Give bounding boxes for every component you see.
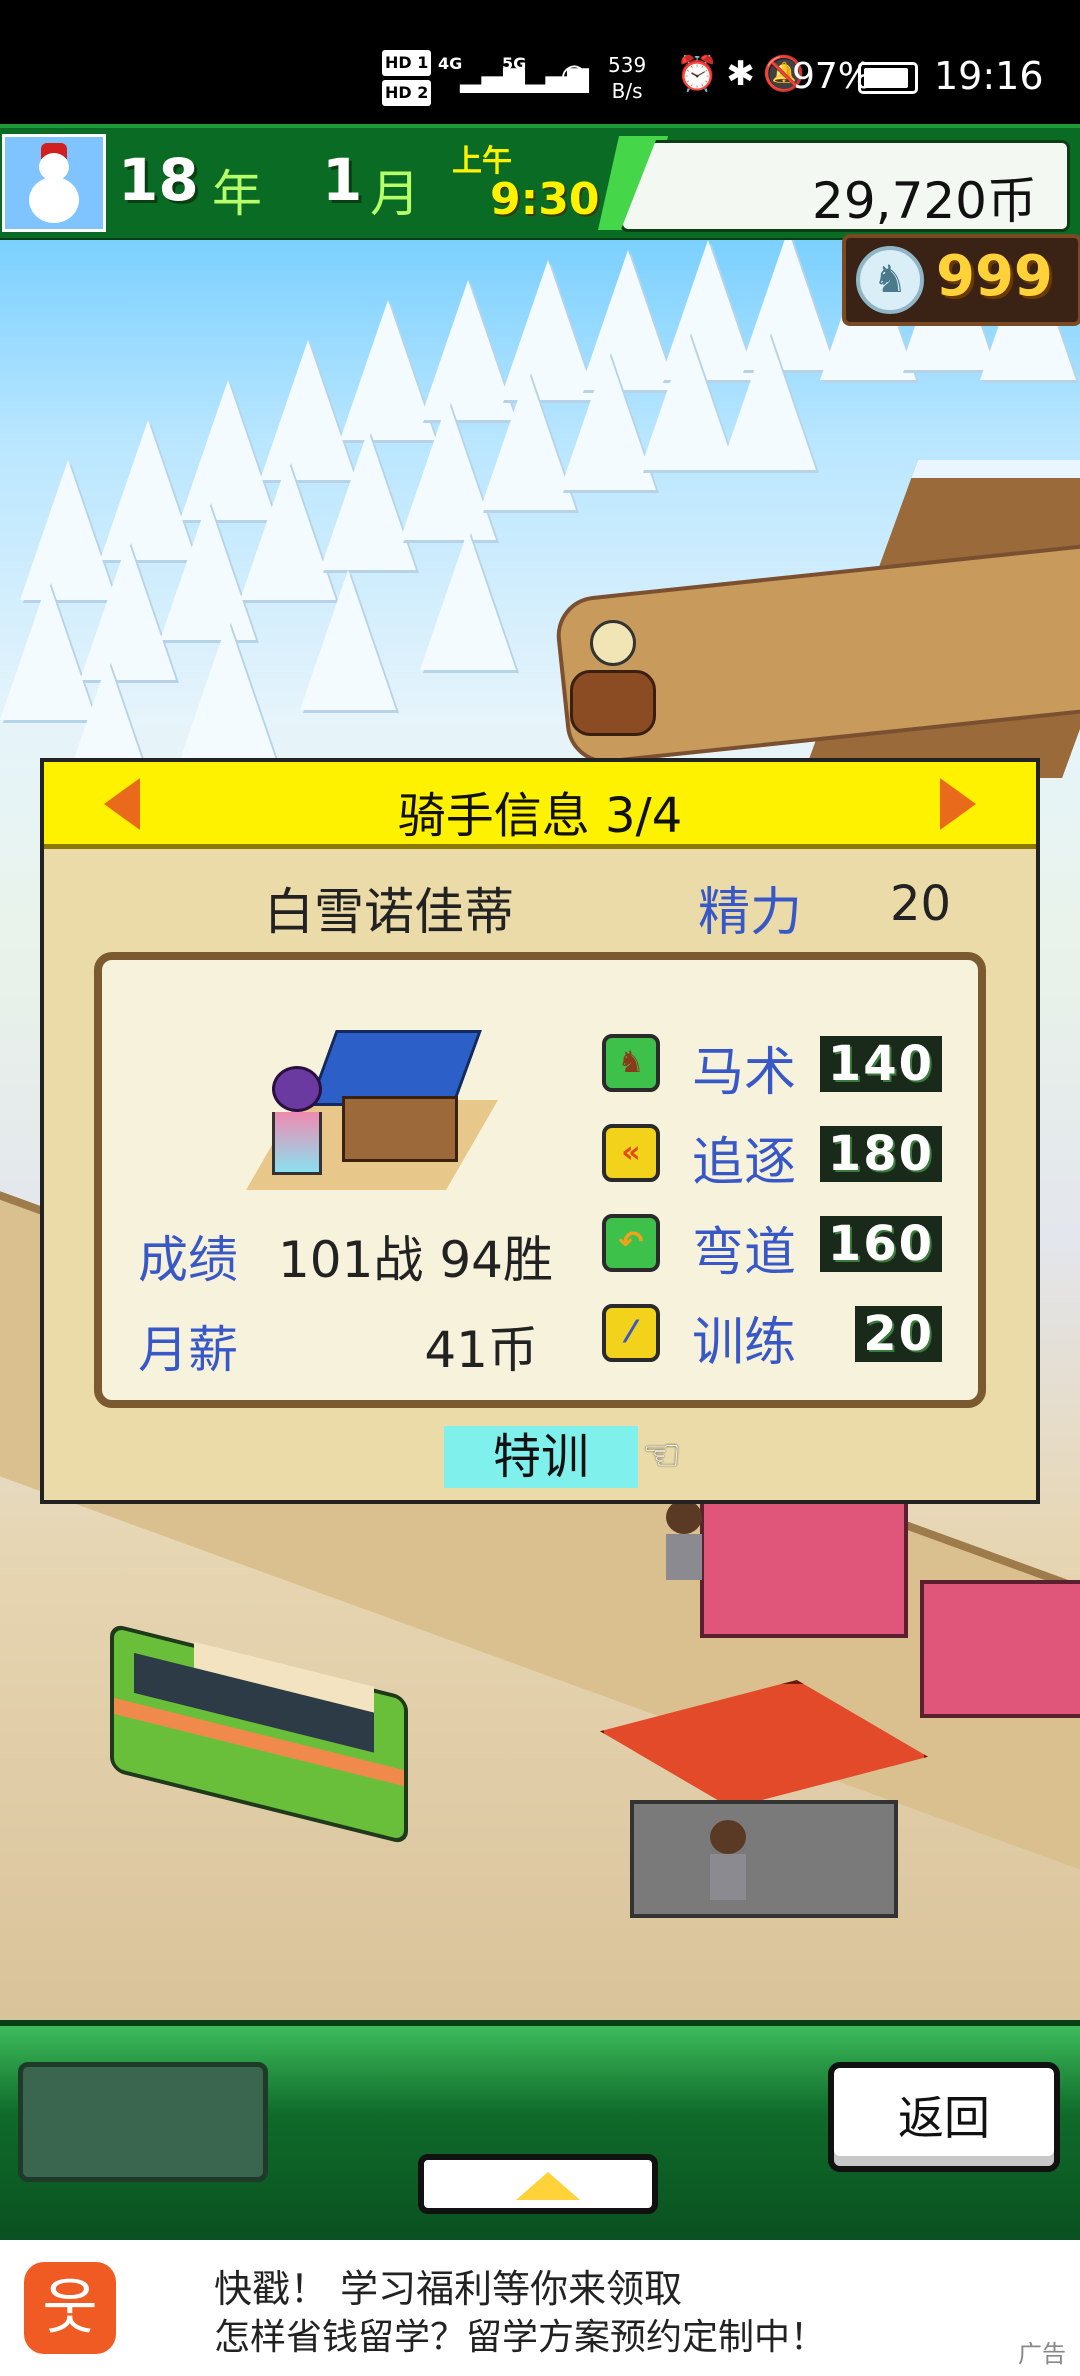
ad-tag: 广告 <box>1018 2340 1066 2368</box>
stat-row-chase: « 追逐 180 <box>602 1120 962 1200</box>
snow-tree <box>420 530 516 670</box>
station-base <box>630 1800 898 1918</box>
expand-menu-button[interactable] <box>418 2154 658 2214</box>
jockey-sprite <box>272 1066 322 1186</box>
signal-5g-label: 5G <box>502 54 527 73</box>
wifi-icon: ◠ <box>562 56 587 94</box>
stat-label: 弯道 <box>692 1223 797 1283</box>
ad-title: 快戳！ 学习福利等你来领取 <box>214 2267 683 2311</box>
energy-label: 精力 <box>698 883 803 943</box>
horse-medal-icon: ♞ <box>856 246 924 314</box>
money-amount: 29,720币 <box>812 172 1037 230</box>
snowman-body <box>29 177 79 223</box>
stat-row-horsemanship: ♞ 马术 140 <box>602 1030 962 1110</box>
stat-label: 训练 <box>692 1313 797 1373</box>
chevron-icon: « <box>602 1124 660 1182</box>
game-clock: 9:30 <box>490 174 600 225</box>
jockey-house-illustration <box>246 1030 498 1200</box>
year-unit: 年 <box>212 165 262 223</box>
up-triangle-icon <box>516 2172 580 2200</box>
speed-unit: B/s <box>611 79 643 103</box>
rider-head <box>590 620 636 666</box>
snow-tree <box>720 330 816 470</box>
ad-subtitle: 怎样省钱留学？留学方案预约定制中！ <box>214 2317 827 2358</box>
game-top-bar: 18 年 1 月 上午 9:30 29,720币 <box>0 124 1080 244</box>
house-roof <box>308 1030 482 1106</box>
money-panel: 29,720币 <box>620 140 1070 232</box>
record-label: 成绩 <box>138 1231 238 1289</box>
hd2-badge: HD 2 <box>382 80 432 106</box>
house-wall <box>342 1096 458 1162</box>
record-value: 101战 94胜 <box>278 1231 553 1289</box>
stable-building[interactable] <box>700 1500 908 1638</box>
empty-slot[interactable] <box>18 2062 268 2182</box>
hd1-badge: HD 1 <box>382 50 432 76</box>
network-speed: 539 B/s <box>608 52 646 104</box>
stat-label: 追逐 <box>692 1133 797 1193</box>
next-arrow-icon[interactable] <box>940 778 976 830</box>
visitor-sprite <box>666 1500 702 1580</box>
stat-label: 马术 <box>692 1043 797 1103</box>
snow-tree <box>300 570 396 710</box>
stat-value: 140 <box>819 1036 942 1092</box>
game-bottom-bar: 返回 <box>0 2020 1080 2246</box>
month-value: 1 <box>322 146 363 214</box>
horseshoe-medal-counter[interactable]: ♞ 999 <box>842 234 1080 326</box>
dialog-header: 骑手信息 3/4 <box>44 762 1036 849</box>
signal-4g-label: 4G <box>438 54 463 73</box>
whip-icon: ⁄ <box>602 1304 660 1362</box>
back-button[interactable]: 返回 <box>828 2062 1060 2172</box>
turn-arrow-icon: ↶ <box>602 1214 660 1272</box>
battery-icon <box>858 62 918 94</box>
year-value: 18 <box>118 146 199 214</box>
speed-value: 539 <box>608 53 647 77</box>
horse-body <box>570 670 656 736</box>
stat-row-training: ⁄ 训练 20 <box>602 1300 962 1380</box>
stat-value: 180 <box>819 1126 942 1182</box>
snowman-season-icon[interactable] <box>2 134 106 232</box>
snowman-head <box>39 153 69 181</box>
system-status-bar: HD 1 HD 2 4G ▂▄▆ 5G ▂▄▆ ◠ 539 B/s ⏰✱🔕 97… <box>0 0 1080 124</box>
pointing-hand-icon: ☜ <box>642 1430 682 1481</box>
horse-rider-sprite[interactable] <box>560 620 660 740</box>
month-unit: 月 <box>370 165 420 223</box>
stable-building[interactable] <box>920 1580 1080 1718</box>
jockey-stats-panel: 成绩 101战 94胜 月薪 41币 ♞ 马术 140 « 追逐 180 ↶ 弯… <box>94 952 986 1408</box>
stat-value: 20 <box>855 1306 942 1362</box>
medal-count: 999 <box>936 244 1053 309</box>
app-logo-icon: 웃 <box>24 2262 116 2354</box>
jockey-name: 白雪诺佳蒂 <box>264 883 514 941</box>
snow-tree <box>180 620 276 760</box>
stat-row-cornering: ↶ 弯道 160 <box>602 1210 962 1290</box>
salary-label: 月薪 <box>138 1321 238 1379</box>
horse-icon: ♞ <box>602 1034 660 1092</box>
ad-banner[interactable]: 웃 快戳！ 学习福利等你来领取 怎样省钱留学？留学方案预约定制中！ 广告 <box>0 2240 1080 2376</box>
salary-value: 41币 <box>424 1321 538 1379</box>
clock-time: 19:16 <box>934 54 1044 98</box>
bus-sprite[interactable] <box>110 1622 408 1846</box>
hd-indicators: HD 1 HD 2 <box>382 50 432 110</box>
special-training-button[interactable]: 特训 <box>444 1426 638 1488</box>
dialog-title: 骑手信息 3/4 <box>397 788 683 844</box>
jockey-info-dialog: 骑手信息 3/4 白雪诺佳蒂 精力 20 成绩 101战 94胜 月薪 41币 … <box>40 758 1040 1504</box>
station-roof <box>600 1680 928 1808</box>
bus-station[interactable] <box>600 1680 928 1930</box>
visitor-sprite <box>710 1820 746 1900</box>
energy-value: 20 <box>890 876 952 932</box>
stat-value: 160 <box>819 1216 942 1272</box>
